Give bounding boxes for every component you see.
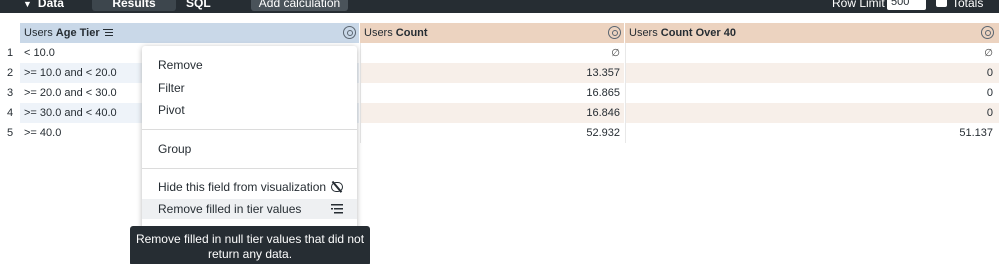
column-header-field-label: Count: [395, 27, 428, 39]
row-number: 4: [0, 103, 20, 123]
results-toolbar: ▼ Data Results SQL Add calculation Row Li…: [0, 0, 999, 13]
data-tab[interactable]: ▼ Data: [23, 0, 64, 11]
column-header-view-label: Users: [364, 27, 396, 39]
column-header-view-label: Users: [24, 27, 56, 39]
results-tab[interactable]: Results: [92, 0, 176, 11]
row-number: 2: [0, 63, 20, 83]
count-over-40-cell: 51.137: [625, 123, 999, 143]
menu-divider: [142, 129, 357, 130]
menu-divider: [142, 168, 357, 169]
count-cell: 52.932: [360, 123, 624, 143]
data-tab-label: Data: [37, 0, 64, 10]
gear-icon[interactable]: [981, 26, 994, 39]
menu-item-pivot[interactable]: Pivot: [142, 100, 357, 120]
count-cell: 16.846: [360, 103, 624, 123]
row-number: 3: [0, 83, 20, 103]
column-header-view-label: Users: [629, 27, 661, 39]
eye-slash-icon: [331, 182, 343, 192]
add-calculation-button[interactable]: Add calculation: [251, 0, 348, 11]
tier-fill-icon: [331, 204, 343, 214]
gear-icon[interactable]: [608, 26, 621, 39]
tooltip-line: Remove filled in null tier values that d…: [135, 232, 365, 246]
count-cell: 13.357: [360, 63, 624, 83]
row-number-header: [0, 23, 20, 43]
menu-item-group[interactable]: Group: [142, 139, 357, 159]
tooltip: Remove filled in null tier values that d…: [130, 226, 370, 264]
count-cell: 16.865: [360, 83, 624, 103]
column-header-field-label: Count Over 40: [660, 27, 736, 39]
column-header-count[interactable]: Users Count: [360, 23, 624, 43]
count-cell: ∅: [360, 43, 624, 63]
row-number: 5: [0, 123, 20, 143]
column-header-age-tier[interactable]: Users Age Tier: [20, 23, 359, 43]
chevron-down-icon: ▼: [23, 0, 32, 9]
row-number: 1: [0, 43, 20, 63]
menu-item-remove[interactable]: Remove: [142, 55, 357, 75]
column-options-menu: Remove Filter Pivot Group Hide this fiel…: [142, 46, 357, 230]
count-over-40-cell: 0: [625, 63, 999, 83]
count-over-40-cell: 0: [625, 83, 999, 103]
null-value: ∅: [611, 48, 620, 59]
menu-item-filter[interactable]: Filter: [142, 78, 357, 98]
menu-item-remove-filled-tiers[interactable]: Remove filled in tier values: [142, 199, 357, 219]
tier-icon: [102, 29, 113, 37]
menu-item-hide-field[interactable]: Hide this field from visualization: [142, 177, 357, 197]
totals-label: Totals: [952, 0, 984, 10]
row-limit-label: Row Limit: [832, 0, 885, 10]
column-header-count-over-40[interactable]: Users Count Over 40: [625, 23, 999, 43]
menu-item-label: Remove filled in tier values: [158, 202, 302, 216]
column-header-field-label: Age Tier: [55, 27, 100, 39]
sql-tab[interactable]: SQL: [186, 0, 211, 11]
count-over-40-cell: ∅: [625, 43, 999, 63]
table-header-row: Users Age Tier Users Count Users Count O…: [0, 23, 999, 43]
totals-checkbox[interactable]: [936, 0, 947, 7]
gear-icon[interactable]: [343, 26, 356, 39]
tooltip-line: return any data.: [207, 247, 293, 261]
row-limit-input[interactable]: 500: [887, 0, 926, 10]
null-value: ∅: [984, 48, 993, 59]
count-over-40-cell: 0: [625, 103, 999, 123]
menu-item-label: Hide this field from visualization: [158, 180, 327, 194]
